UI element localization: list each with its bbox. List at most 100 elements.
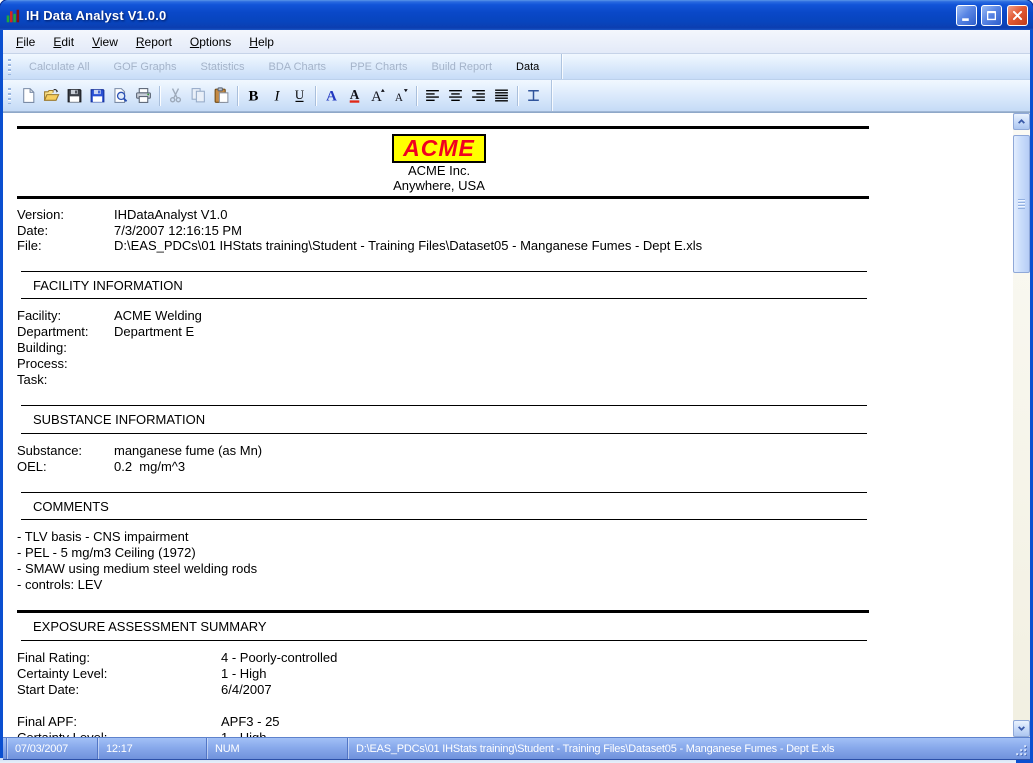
field-label: OEL:	[17, 459, 114, 475]
field-value: APF3 - 25	[221, 714, 280, 730]
toolbar-separator	[517, 86, 518, 106]
print-icon[interactable]	[132, 85, 155, 107]
title-bar: IH Data Analyst V1.0.0	[0, 0, 1033, 30]
report-rule-header-bottom	[17, 196, 869, 199]
field-value: ACME Welding	[114, 308, 202, 324]
menu-item-edit[interactable]: Edit	[44, 32, 83, 52]
decrease-font-icon[interactable]	[389, 85, 412, 107]
toolbar-button-statistics: Statistics	[189, 57, 257, 77]
field-row: Facility:ACME Welding	[17, 308, 1013, 324]
font-color-icon[interactable]	[343, 85, 366, 107]
font-icon[interactable]	[320, 85, 343, 107]
page-break-icon[interactable]	[522, 85, 545, 107]
field-value: 0.2 mg/m^3	[114, 459, 185, 475]
section-body: - TLV basis - CNS impairment- PEL - 5 mg…	[17, 529, 1013, 593]
underline-icon[interactable]	[288, 85, 311, 107]
field-row: Final APF:APF3 - 25	[17, 714, 1013, 730]
italic-icon[interactable]	[265, 85, 288, 107]
field-value: 4 - Poorly-controlled	[221, 650, 337, 666]
field-row: Certainty Level:1 - High	[17, 730, 1013, 738]
align-center-icon[interactable]	[444, 85, 467, 107]
menu-item-options[interactable]: Options	[181, 32, 240, 52]
status-bar: 07/03/200712:17NUMD:\EAS_PDCs\01 IHStats…	[3, 737, 1030, 760]
print-preview-icon[interactable]	[109, 85, 132, 107]
meta-row: Version:IHDataAnalyst V1.0	[17, 207, 1013, 223]
field-label: Certainty Level:	[17, 666, 221, 682]
field-value: manganese fume (as Mn)	[114, 443, 262, 459]
scroll-down-button[interactable]	[1013, 720, 1030, 737]
open-file-icon[interactable]	[40, 85, 63, 107]
comment-line: - controls: LEV	[17, 577, 1013, 593]
field-label: Task:	[17, 372, 114, 388]
acme-logo: ACME	[392, 134, 486, 163]
meta-value: 7/3/2007 12:16:15 PM	[114, 223, 242, 239]
new-document-icon[interactable]	[17, 85, 40, 107]
section-body: Facility:ACME WeldingDepartment:Departme…	[17, 308, 1013, 388]
field-row: Process:	[17, 356, 1013, 372]
toolbar-button-gof-graphs: GOF Graphs	[102, 57, 189, 77]
meta-row: File:D:\EAS_PDCs\01 IHStats training\Stu…	[17, 238, 1013, 254]
vertical-scrollbar[interactable]	[1013, 113, 1030, 737]
company-location: Anywhere, USA	[13, 178, 865, 193]
section-title: SUBSTANCE INFORMATION	[13, 406, 1013, 433]
align-right-icon[interactable]	[467, 85, 490, 107]
menu-item-file[interactable]: File	[7, 32, 44, 52]
close-button[interactable]	[1007, 5, 1028, 26]
comment-line: - PEL - 5 mg/m3 Ceiling (1972)	[17, 545, 1013, 561]
chevron-down-icon	[1015, 722, 1028, 735]
field-row	[17, 698, 1013, 714]
field-label: Substance:	[17, 443, 114, 459]
toolbar-button-bda-charts: BDA Charts	[257, 57, 338, 77]
field-label: Building:	[17, 340, 114, 356]
field-row: Task:	[17, 372, 1013, 388]
meta-label: Date:	[17, 223, 114, 239]
section-body: Final Rating:4 - Poorly-controlledCertai…	[17, 650, 1013, 738]
field-label: Facility:	[17, 308, 114, 324]
section-rule	[21, 298, 867, 299]
chevron-up-icon	[1015, 115, 1028, 128]
field-label: Final APF:	[17, 714, 221, 730]
scrollbar-thumb[interactable]	[1013, 135, 1030, 273]
menu-item-help[interactable]: Help	[240, 32, 283, 52]
toolbar-button-data[interactable]: Data	[504, 57, 551, 77]
report-section: EXPOSURE ASSESSMENT SUMMARYFinal Rating:…	[13, 610, 1013, 737]
paste-icon[interactable]	[210, 85, 233, 107]
menu-item-report[interactable]: Report	[127, 32, 181, 52]
toolbar-button-calculate-all: Calculate All	[17, 57, 102, 77]
minimize-button[interactable]	[956, 5, 977, 26]
maximize-button[interactable]	[981, 5, 1002, 26]
justify-icon[interactable]	[490, 85, 513, 107]
field-row: Final Rating:4 - Poorly-controlled	[17, 650, 1013, 666]
field-value: 6/4/2007	[221, 682, 272, 698]
meta-label: File:	[17, 238, 114, 254]
report-document: ACME ACME Inc. Anywhere, USA Version:IHD…	[3, 113, 1013, 737]
increase-font-icon[interactable]	[366, 85, 389, 107]
toolbar-button-ppe-charts: PPE Charts	[338, 57, 419, 77]
scroll-up-button[interactable]	[1013, 113, 1030, 130]
toolbar-separator	[416, 86, 417, 106]
report-section: COMMENTS - TLV basis - CNS impairment- PE…	[13, 492, 1013, 594]
resize-grip-icon[interactable]	[1016, 745, 1028, 757]
bold-icon[interactable]	[242, 85, 265, 107]
field-label: Start Date:	[17, 682, 221, 698]
status-panel: 07/03/2007	[6, 738, 97, 759]
action-toolbar: Calculate AllGOF GraphsStatisticsBDA Cha…	[3, 54, 1030, 80]
field-label: Certainty Level:	[17, 730, 221, 738]
section-rule	[21, 519, 867, 520]
save-as-icon[interactable]	[86, 85, 109, 107]
align-left-icon[interactable]	[421, 85, 444, 107]
toolbar-button-build-report: Build Report	[419, 57, 504, 77]
save-icon[interactable]	[63, 85, 86, 107]
menu-item-view[interactable]: View	[83, 32, 127, 52]
scrollbar-track[interactable]	[1013, 130, 1030, 720]
section-title: COMMENTS	[13, 493, 1013, 520]
toolbar-grip[interactable]	[8, 88, 11, 104]
toolbar-grip[interactable]	[8, 59, 11, 75]
field-row: OEL:0.2 mg/m^3	[17, 459, 1013, 475]
field-value: 1 - High	[221, 666, 267, 682]
comment-line: - SMAW using medium steel welding rods	[17, 561, 1013, 577]
format-toolbar-items	[17, 80, 552, 111]
company-name: ACME Inc.	[13, 163, 865, 178]
section-title: FACILITY INFORMATION	[13, 272, 1013, 299]
field-row: Department:Department E	[17, 324, 1013, 340]
